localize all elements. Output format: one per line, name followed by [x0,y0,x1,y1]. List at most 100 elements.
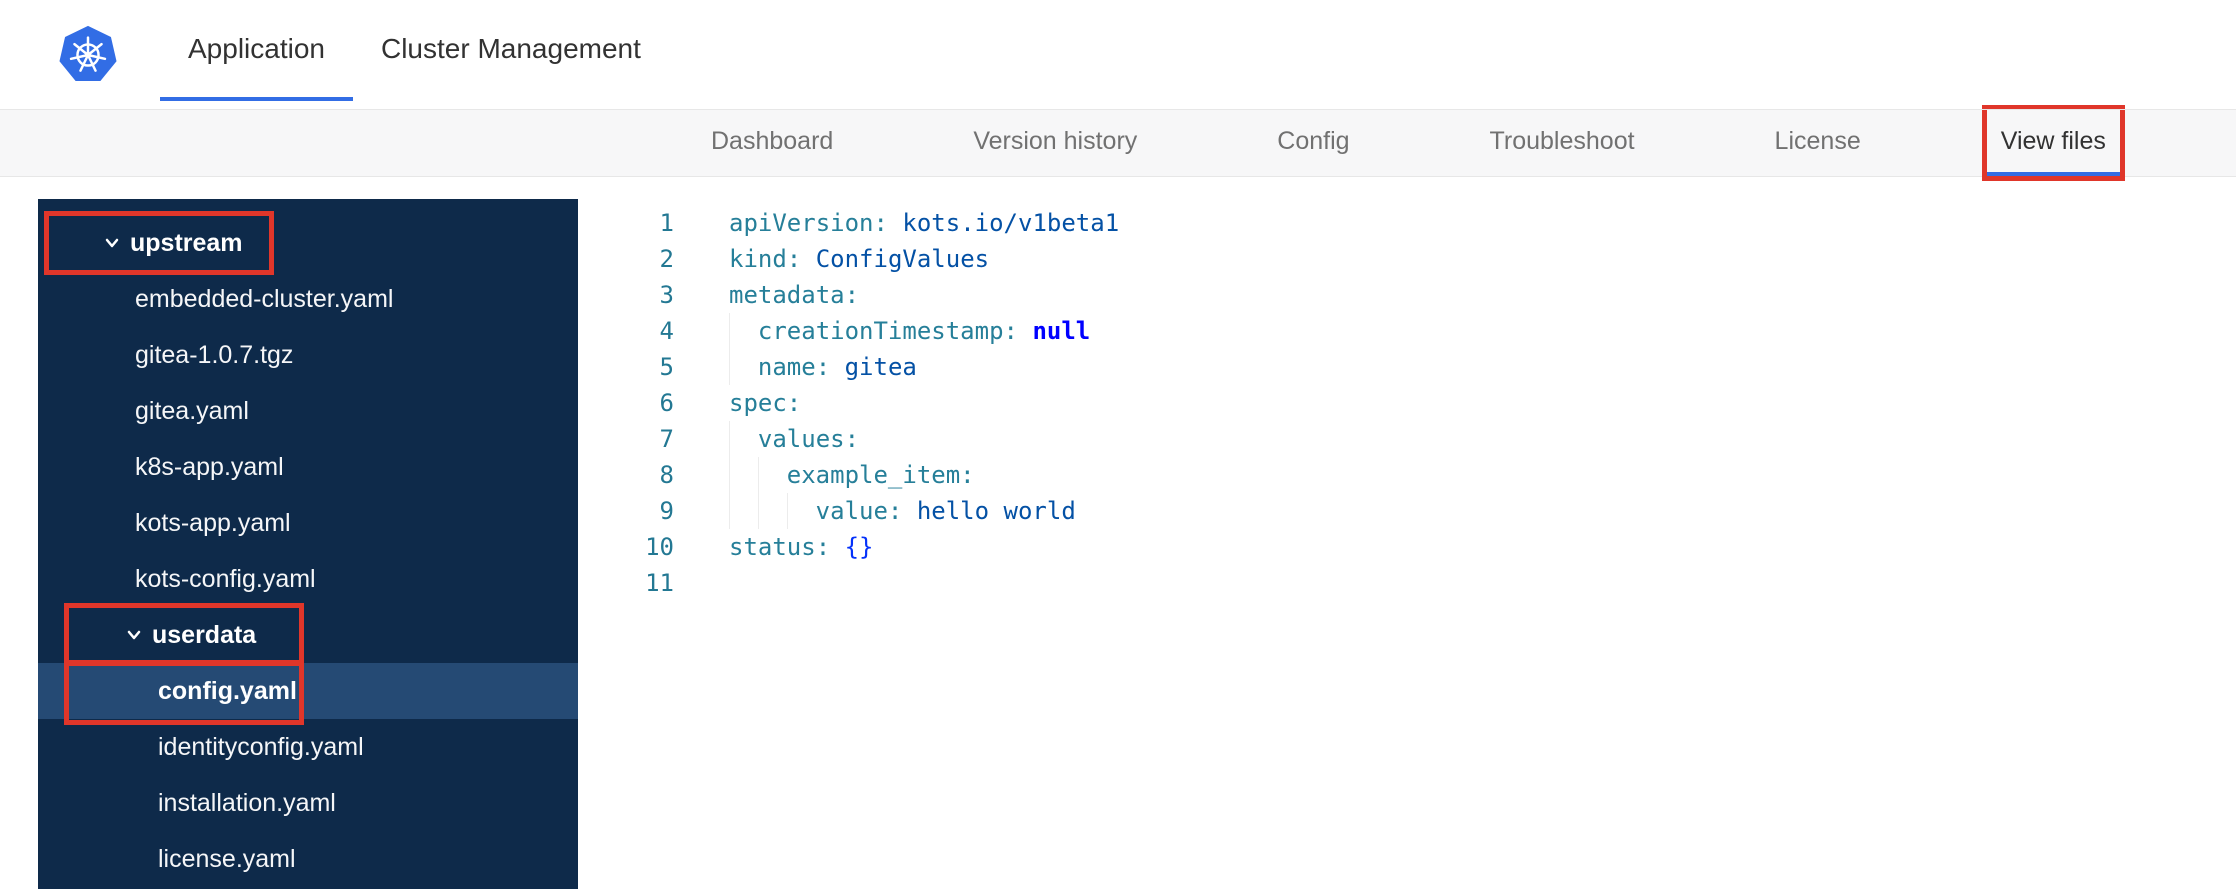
code-line-content: status: {} [674,529,874,565]
indent-guide [757,457,787,493]
line-number: 7 [659,425,674,453]
line-number: 4 [659,317,674,345]
main-area: upstream embedded-cluster.yaml gitea-1.0.7… [0,177,2236,889]
line-number: 9 [659,497,674,525]
top-bar: Application Cluster Management [0,0,2236,110]
file-label: license.yaml [158,844,296,873]
indent-guide [729,421,758,457]
folder-label: userdata [152,620,257,649]
token-sp [830,353,844,381]
line-number: 8 [659,461,674,489]
file-label: kots-app.yaml [135,508,291,537]
indent-guide [729,457,758,493]
tree-item-embedded-cluster-yaml[interactable]: embedded-cluster.yaml [38,271,578,327]
token-key: kind: [729,245,802,273]
editor-line[interactable]: 5 name: gitea [578,349,2236,385]
code-line-content: value: hello world [674,493,1076,529]
tab-troubleshoot[interactable]: Troubleshoot [1476,110,1649,176]
token-key: example_item: [786,461,975,489]
code-line-content: example_item: [674,457,975,493]
code-editor[interactable]: 1 apiVersion: kots.io/v1beta1 2 kind: Confi… [578,199,2236,889]
top-tab-cluster-management[interactable]: Cluster Management [353,0,669,101]
editor-line[interactable]: 10 status: {} [578,529,2236,565]
code-line-content: spec: [674,385,801,421]
editor-line[interactable]: 8 example_item: [578,457,2236,493]
file-label: gitea-1.0.7.tgz [135,340,294,369]
tab-license[interactable]: License [1761,110,1875,176]
editor-line[interactable]: 9 value: hello world [578,493,2236,529]
tree-item-k8s-app-yaml[interactable]: k8s-app.yaml [38,439,578,495]
line-number: 6 [659,389,674,417]
line-number: 2 [659,245,674,273]
tree-item-gitea-1-0-7-tgz[interactable]: gitea-1.0.7.tgz [38,327,578,383]
tree-item-gitea-yaml[interactable]: gitea.yaml [38,383,578,439]
code-line-content: creationTimestamp: null [674,313,1090,349]
token-keyword: null [1032,317,1091,345]
file-label: gitea.yaml [135,396,249,425]
file-label: identityconfig.yaml [158,732,364,761]
chevron-down-icon [102,233,122,253]
token-key: status: [729,533,831,561]
token-value: gitea [844,353,917,381]
tree-item-config-yaml[interactable]: config.yaml [38,663,578,719]
token-sp [1018,317,1032,345]
file-label: installation.yaml [158,788,336,817]
top-tab-application[interactable]: Application [160,0,353,101]
editor-line[interactable]: 7 values: [578,421,2236,457]
indent-guide [729,493,758,529]
line-number: 5 [659,353,674,381]
indent-guide [757,493,787,529]
token-sp [902,497,916,525]
token-key: value: [815,497,903,525]
file-label: k8s-app.yaml [135,452,284,481]
token-value: ConfigValues [815,245,990,273]
tree-item-kots-app-yaml[interactable]: kots-app.yaml [38,495,578,551]
token-key: values: [757,425,860,453]
code-line-content [674,565,729,601]
code-line-content: kind: ConfigValues [674,241,989,277]
tree-item-upstream[interactable]: upstream [38,215,578,271]
tree-item-license-yaml[interactable]: license.yaml [38,831,578,887]
tab-config[interactable]: Config [1263,110,1363,176]
line-number: 10 [645,533,674,561]
editor-line[interactable]: 2 kind: ConfigValues [578,241,2236,277]
app-subnav: Dashboard Version history Config Troublesho… [0,110,2236,177]
token-key: name: [757,353,831,381]
tab-view-files[interactable]: View files [1986,110,2120,176]
code-line-content: apiVersion: kots.io/v1beta1 [674,205,1119,241]
file-label: config.yaml [158,676,297,705]
file-tree: upstream embedded-cluster.yaml gitea-1.0.7… [38,215,578,887]
kots-admin-console: Application Cluster Management Dashboard V… [0,0,2236,890]
code-line-content: values: [674,421,859,457]
folder-label: upstream [130,228,243,257]
kubernetes-logo-icon [57,24,119,86]
line-number: 1 [659,209,674,237]
token-key: apiVersion: [729,209,888,237]
file-tree-sidebar: upstream embedded-cluster.yaml gitea-1.0.7… [38,199,578,889]
code-line-content: name: gitea [674,349,917,385]
chevron-down-icon [124,625,144,645]
token-sp [801,245,815,273]
tree-item-identityconfig-yaml[interactable]: identityconfig.yaml [38,719,578,775]
indent-guide [786,493,816,529]
tab-version-history[interactable]: Version history [959,110,1151,176]
token-bracket: {} [844,533,874,561]
editor-line[interactable]: 3 metadata: [578,277,2236,313]
file-label: kots-config.yaml [135,564,316,593]
editor-line[interactable]: 6 spec: [578,385,2236,421]
token-sp [830,533,844,561]
tree-item-installation-yaml[interactable]: installation.yaml [38,775,578,831]
token-key: spec: [729,389,802,417]
tree-item-kots-config-yaml[interactable]: kots-config.yaml [38,551,578,607]
line-number: 11 [645,569,674,597]
tree-item-userdata[interactable]: userdata [38,607,578,663]
token-key: creationTimestamp: [757,317,1018,345]
editor-line[interactable]: 4 creationTimestamp: null [578,313,2236,349]
token-value: hello world [916,497,1076,525]
editor-line[interactable]: 1 apiVersion: kots.io/v1beta1 [578,205,2236,241]
editor-line[interactable]: 11 [578,565,2236,601]
token-value: kots.io/v1beta1 [902,209,1120,237]
tab-dashboard[interactable]: Dashboard [697,110,847,176]
top-nav: Application Cluster Management [160,0,669,101]
file-label: embedded-cluster.yaml [135,284,394,313]
